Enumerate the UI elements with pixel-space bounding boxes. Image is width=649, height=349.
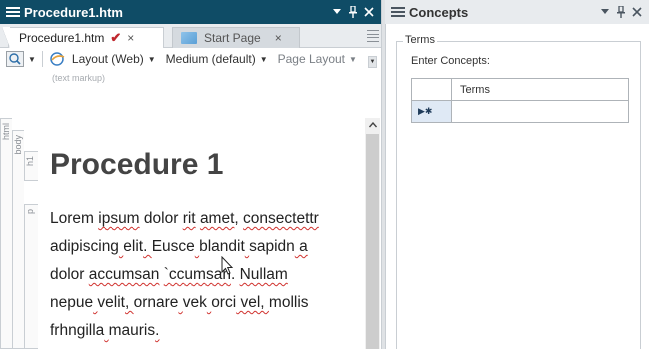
paragraph-text: elit (123, 238, 144, 255)
paragraph-text: dolor (139, 210, 183, 227)
text-cursor-icon (221, 256, 234, 275)
misspelled-word: . (155, 322, 160, 339)
misspelled-word: vel, (236, 294, 269, 311)
window-menu-icon[interactable] (2, 0, 24, 24)
document-heading[interactable]: Procedure 1 (50, 148, 223, 182)
paragraph-line: adipiscing elit. Eusce blandit sapidn a (50, 233, 350, 261)
scroll-thumb[interactable] (366, 134, 379, 349)
new-row-marker-icon: ▶✱ (411, 100, 452, 123)
paragraph-text: orci (211, 294, 237, 311)
layout-label: Layout (Web) (71, 52, 144, 66)
concepts-title: Concepts (409, 4, 469, 20)
paragraph-text: mauris (108, 322, 156, 339)
medium-label: Medium (default) (165, 52, 256, 66)
paragraph-text: vek (182, 294, 207, 311)
checked-out-icon: ✔ (110, 30, 122, 45)
misspelled-word: . (143, 238, 152, 255)
dropdown-arrow-icon[interactable] (597, 0, 613, 24)
misspelled-word: , (125, 294, 134, 311)
new-term-cell[interactable] (451, 100, 629, 123)
paragraph-text: sapidn (249, 238, 295, 255)
tab-procedure1[interactable]: Procedure1.htm ✔ × (2, 27, 164, 48)
close-icon[interactable] (629, 0, 645, 24)
paragraph-text: ornare (133, 294, 179, 311)
page-layout-label: Page Layout (277, 52, 346, 66)
tab-label: Start Page (204, 31, 261, 45)
terms-column-header[interactable]: Terms (451, 78, 629, 101)
paragraph-text: velit (97, 294, 125, 311)
paragraph-line: frhngilla mauris. (50, 317, 350, 345)
tab-close-icon[interactable]: × (127, 31, 134, 45)
editor-toolbar: ▼ Layout (Web) ▼ Medium (default) ▼ Page… (0, 48, 381, 70)
layout-dropdown[interactable]: Layout (Web) ▼ (49, 51, 156, 67)
terms-grid[interactable]: Terms ▶✱ (411, 78, 629, 123)
paragraph-text: frhngilla (50, 322, 105, 339)
misspelled-word: ipsum (98, 210, 140, 227)
terms-group-label: Terms (403, 34, 437, 46)
paragraph-text: Lorem (50, 210, 99, 227)
paragraph-text: mollis (268, 294, 309, 311)
tab-start-page[interactable]: Start Page × (172, 27, 300, 48)
paragraph-text: adipiscing (50, 238, 119, 255)
enter-concepts-label: Enter Concepts: (411, 55, 490, 67)
tab-close-icon[interactable]: × (275, 31, 282, 45)
concepts-body: Terms Enter Concepts: Terms ▶✱ (385, 24, 649, 349)
document-tab-strip: Procedure1.htm ✔ × Start Page × (0, 24, 381, 48)
medium-dropdown[interactable]: Medium (default) ▼ (166, 52, 268, 66)
toolbar-overflow-button[interactable]: ▼ (368, 56, 377, 68)
pin-icon[interactable] (613, 0, 629, 24)
paragraph-text: , (234, 210, 244, 227)
paragraph-text: dolor (50, 266, 89, 283)
pin-icon[interactable] (345, 0, 361, 24)
paragraph-line: nepue velit, ornare vek orci vel, mollis (50, 289, 350, 317)
paragraph-text: Eusce (151, 238, 195, 255)
vertical-scrollbar[interactable] (365, 118, 380, 349)
editor-title-bar: Procedure1.htm (0, 0, 381, 24)
structure-bar-html[interactable]: html (0, 118, 12, 349)
misspelled-word: Nullam (239, 266, 288, 283)
structure-bar-h1[interactable]: h1 (24, 151, 38, 181)
editor-pane: Procedure1.htm Procedure1.htm ✔ × Start … (0, 0, 381, 349)
paragraph-line: Lorem ipsum dolor rit amet, consectettr (50, 205, 350, 233)
page-layout-dropdown[interactable]: Page Layout ▼ (278, 52, 357, 66)
zoom-button[interactable]: ▼ (6, 51, 36, 67)
terms-group: Terms Enter Concepts: Terms ▶✱ (396, 34, 641, 349)
document-paragraph[interactable]: Lorem ipsum dolor rit amet, consectettr a… (50, 205, 350, 345)
window-menu-icon[interactable] (387, 0, 409, 24)
editor-title: Procedure1.htm (24, 4, 123, 20)
misspelled-word: consectettr (243, 210, 319, 227)
paragraph-line: dolor accumsan `ccumsan. Nullam (50, 261, 350, 289)
misspelled-word: a (294, 238, 308, 255)
new-row[interactable]: ▶✱ (411, 100, 629, 123)
misspelled-word: amet (199, 210, 235, 227)
magnifier-icon (6, 51, 24, 67)
text-markup-hint: (text markup) (52, 73, 106, 83)
layout-icon (50, 52, 65, 66)
close-icon[interactable] (361, 0, 377, 24)
tab-label: Procedure1.htm (19, 31, 105, 45)
tab-list-menu-icon[interactable] (367, 28, 379, 44)
concepts-title-bar: Concepts (385, 0, 649, 24)
start-page-icon (181, 32, 197, 44)
structure-bar-p[interactable]: p (24, 204, 38, 349)
paragraph-text: blandit (199, 238, 245, 255)
dropdown-arrow-icon[interactable] (329, 0, 345, 24)
misspelled-word: accumsan (88, 266, 160, 283)
concepts-pane: Concepts Terms Enter Concepts: Terms ▶✱ (385, 0, 649, 349)
structure-bar-body[interactable]: body (12, 130, 24, 349)
grid-corner-cell (411, 78, 452, 101)
paragraph-text: nepue (50, 294, 94, 311)
misspelled-word: rit (182, 210, 196, 227)
scroll-up-arrow-icon[interactable] (365, 118, 380, 132)
